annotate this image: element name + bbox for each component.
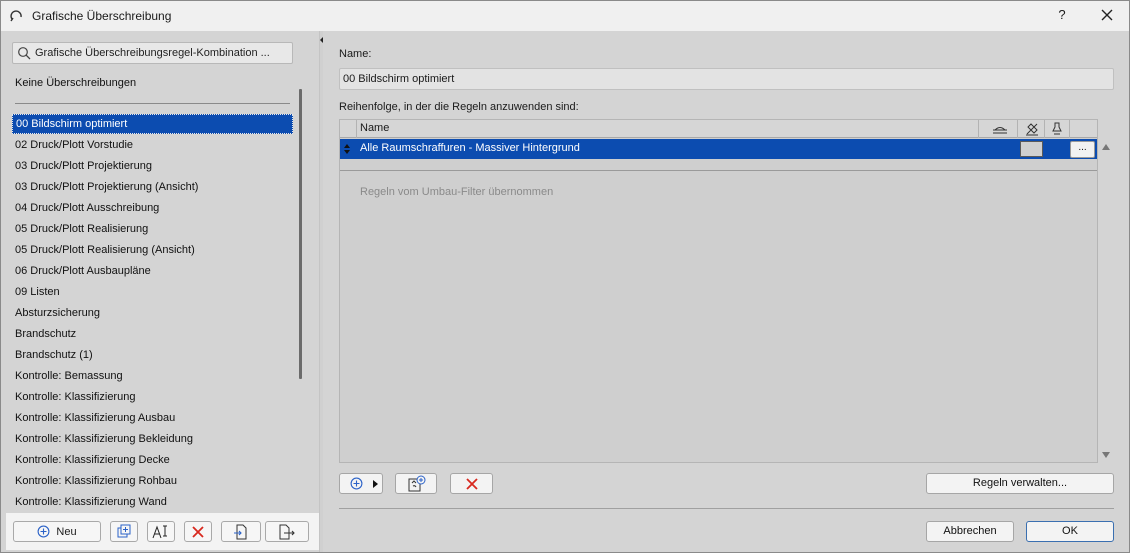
dialog-window: Grafische Überschreibung ? Grafische Übe… <box>0 0 1130 553</box>
add-circle-icon <box>37 525 50 538</box>
combination-search-field[interactable]: Grafische Überschreibungsregel-Kombinati… <box>12 42 293 64</box>
delete-icon <box>192 525 204 538</box>
duplicate-icon <box>117 524 130 538</box>
rule-name: Alle Raumschraffuren - Massiver Hintergr… <box>360 142 580 154</box>
list-item[interactable]: Kontrolle: Klassifizierung Ausbau <box>12 408 293 428</box>
list-item[interactable]: Kontrolle: Klassifizierung Rohbau <box>12 471 293 491</box>
surface-icon[interactable] <box>992 123 1008 135</box>
rule-library-icon <box>408 475 426 492</box>
cancel-button[interactable]: Abbrechen <box>926 521 1014 542</box>
list-item[interactable]: Brandschutz <box>12 324 293 344</box>
rule-more-button[interactable]: ... <box>1070 141 1095 158</box>
list-item[interactable]: Kontrolle: Bemassung <box>12 366 293 386</box>
combination-panel: Grafische Überschreibungsregel-Kombinati… <box>1 31 319 552</box>
list-item[interactable]: 03 Druck/Plott Projektierung (Ansicht) <box>12 177 293 197</box>
col-divider <box>1017 120 1018 138</box>
move-down-icon[interactable] <box>1102 452 1110 458</box>
list-item[interactable]: 02 Druck/Plott Vorstudie <box>12 135 293 155</box>
column-name-header[interactable]: Name <box>360 122 389 134</box>
rename-icon <box>152 525 167 538</box>
col-divider <box>1069 120 1070 138</box>
rename-button[interactable] <box>147 521 175 542</box>
pen-icon[interactable] <box>1051 122 1063 136</box>
ok-button[interactable]: OK <box>1026 521 1114 542</box>
col-divider <box>978 120 979 138</box>
sort-handle-icon[interactable] <box>343 143 351 155</box>
chevron-right-icon <box>373 480 378 488</box>
list-item[interactable]: Kontrolle: Klassifizierung Wand <box>12 492 293 508</box>
inherited-separator <box>340 170 1097 171</box>
name-input[interactable]: 00 Bildschirm optimiert <box>339 68 1114 90</box>
list-item[interactable]: 04 Druck/Plott Ausschreibung <box>12 198 293 218</box>
rule-color-swatch[interactable] <box>1020 141 1043 157</box>
add-circle-icon <box>350 477 363 490</box>
delete-icon <box>466 478 478 490</box>
import-button[interactable] <box>221 521 261 542</box>
export-button[interactable] <box>265 521 309 542</box>
list-item[interactable]: Kontrolle: Klassifizierung Bekleidung <box>12 429 293 449</box>
app-icon <box>10 10 22 22</box>
list-item[interactable]: 03 Druck/Plott Projektierung <box>12 156 293 176</box>
new-button-label: Neu <box>56 525 77 538</box>
fill-background-icon[interactable] <box>1025 122 1039 136</box>
col-divider <box>356 120 357 138</box>
combination-toolbar: Neu <box>6 513 319 550</box>
rule-combination-panel: Name: 00 Bildschirm optimiert Reihenfolg… <box>323 31 1129 552</box>
footer-divider <box>339 508 1114 509</box>
list-scrollbar[interactable] <box>299 89 302 379</box>
rules-table-header: Name <box>340 120 1097 138</box>
list-item[interactable]: 00 Bildschirm optimiert <box>12 114 293 134</box>
search-label: Grafische Überschreibungsregel-Kombinati… <box>35 47 270 59</box>
rules-table: Name Alle Raumschraffuren - Massiver Hin… <box>339 119 1098 463</box>
close-icon[interactable] <box>1094 5 1120 27</box>
new-button[interactable]: Neu <box>13 521 101 542</box>
list-item[interactable]: Brandschutz (1) <box>12 345 293 365</box>
list-item[interactable]: Kontrolle: Klassifizierung Decke <box>12 450 293 470</box>
list-item[interactable]: Kontrolle: Klassifizierung <box>12 387 293 407</box>
search-icon <box>18 47 31 60</box>
duplicate-button[interactable] <box>110 521 138 542</box>
window-title: Grafische Überschreibung <box>32 9 172 23</box>
list-item-none[interactable]: Keine Überschreibungen <box>12 73 293 93</box>
rule-row[interactable]: Alle Raumschraffuren - Massiver Hintergr… <box>340 139 1097 159</box>
inherited-rules-note: Regeln vom Umbau-Filter übernommen <box>360 186 554 198</box>
export-icon <box>279 524 295 539</box>
list-item[interactable]: 09 Listen <box>12 282 293 302</box>
order-label: Reihenfolge, in der die Regeln anzuwende… <box>339 101 579 113</box>
add-rule-from-library-button[interactable] <box>395 473 437 494</box>
list-item[interactable]: 06 Druck/Plott Ausbaupläne <box>12 261 293 281</box>
combination-list[interactable]: Keine Überschreibungen 00 Bildschirm opt… <box>12 71 293 508</box>
list-item[interactable]: Absturzsicherung <box>12 303 293 323</box>
list-divider <box>15 103 290 104</box>
remove-rule-button[interactable] <box>450 473 493 494</box>
list-item[interactable]: 05 Druck/Plott Realisierung <box>12 219 293 239</box>
title-bar: Grafische Überschreibung ? <box>1 1 1129 31</box>
manage-rules-button[interactable]: Regeln verwalten... <box>926 473 1114 494</box>
col-divider <box>1044 120 1045 138</box>
move-up-icon[interactable] <box>1102 144 1110 150</box>
delete-button[interactable] <box>184 521 212 542</box>
help-button[interactable]: ? <box>1051 7 1073 27</box>
name-label: Name: <box>339 48 372 60</box>
import-icon <box>234 524 247 539</box>
list-item[interactable]: 05 Druck/Plott Realisierung (Ansicht) <box>12 240 293 260</box>
add-rule-dropdown-button[interactable] <box>339 473 383 494</box>
